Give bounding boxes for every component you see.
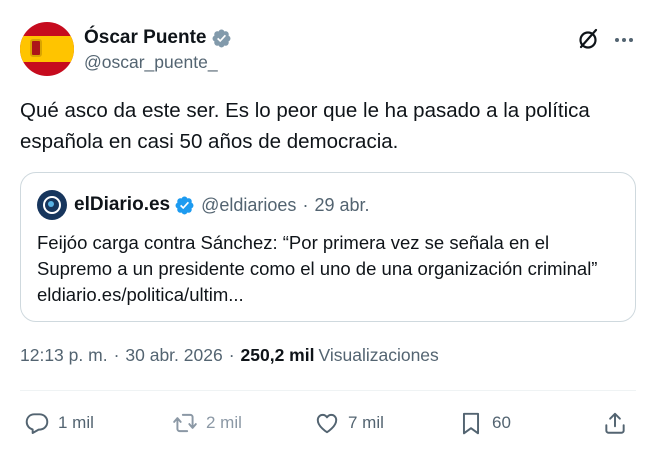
author-handle[interactable]: @oscar_puente_: [84, 52, 218, 73]
grok-icon[interactable]: [576, 27, 600, 51]
share-icon: [605, 412, 625, 434]
reply-count: 1 mil: [58, 413, 94, 432]
meta-separator: ·: [113, 345, 120, 365]
repost-icon: [173, 413, 197, 433]
quoted-tweet-card[interactable]: elDiario.es @eldiarioes · 29 abr. Feijóo…: [20, 172, 636, 322]
repost-count: 2 mil: [206, 413, 242, 432]
quoted-author-handle: @eldiarioes: [201, 194, 297, 215]
reply-icon: [25, 413, 49, 434]
reply-button[interactable]: 1 mil: [24, 408, 94, 438]
heart-icon: [316, 413, 338, 434]
tweet-date[interactable]: 30 abr. 2026: [125, 345, 222, 366]
more-dots-icon[interactable]: [612, 28, 636, 52]
share-button[interactable]: [602, 408, 628, 438]
repost-button[interactable]: 2 mil: [172, 408, 242, 438]
divider: [20, 390, 636, 391]
verified-grey-badge-icon[interactable]: [211, 28, 232, 49]
author-name[interactable]: Óscar Puente: [84, 27, 207, 49]
tweet-header: Óscar Puente @oscar_puente_: [20, 22, 640, 78]
quoted-separator: ·: [302, 194, 309, 215]
quoted-tweet-text: Feijóo carga contra Sánchez: “Por primer…: [37, 232, 598, 305]
views-label: Visualizaciones: [318, 345, 439, 365]
author-avatar[interactable]: [20, 22, 74, 76]
action-bar: 1 mil 2 mil 7 mil 60: [24, 408, 630, 438]
author-name-row: Óscar Puente: [84, 26, 232, 50]
quoted-tweet-header: elDiario.es @eldiarioes · 29 abr.: [37, 190, 369, 220]
flag-crest: [30, 39, 42, 57]
tweet-meta: 12:13 p. m. · 30 abr. 2026 · 250,2 mil V…: [20, 345, 439, 366]
flag-yellow-stripe: [20, 36, 74, 62]
like-button[interactable]: 7 mil: [314, 408, 384, 438]
meta-separator: ·: [228, 345, 235, 365]
quoted-author-avatar[interactable]: [37, 190, 67, 220]
views-count: 250,2 mil: [240, 345, 315, 365]
quoted-author-name[interactable]: elDiario.es: [74, 194, 170, 216]
quoted-date[interactable]: 29 abr.: [314, 195, 369, 216]
tweet-time[interactable]: 12:13 p. m.: [20, 345, 108, 366]
bookmark-button[interactable]: 60: [458, 408, 511, 438]
bookmark-icon: [462, 412, 480, 435]
like-count: 7 mil: [348, 413, 384, 432]
bookmark-count: 60: [492, 413, 511, 432]
tweet-text: Qué asco da este ser. Es lo peor que le …: [20, 99, 590, 153]
verified-blue-badge-icon[interactable]: [174, 195, 195, 216]
